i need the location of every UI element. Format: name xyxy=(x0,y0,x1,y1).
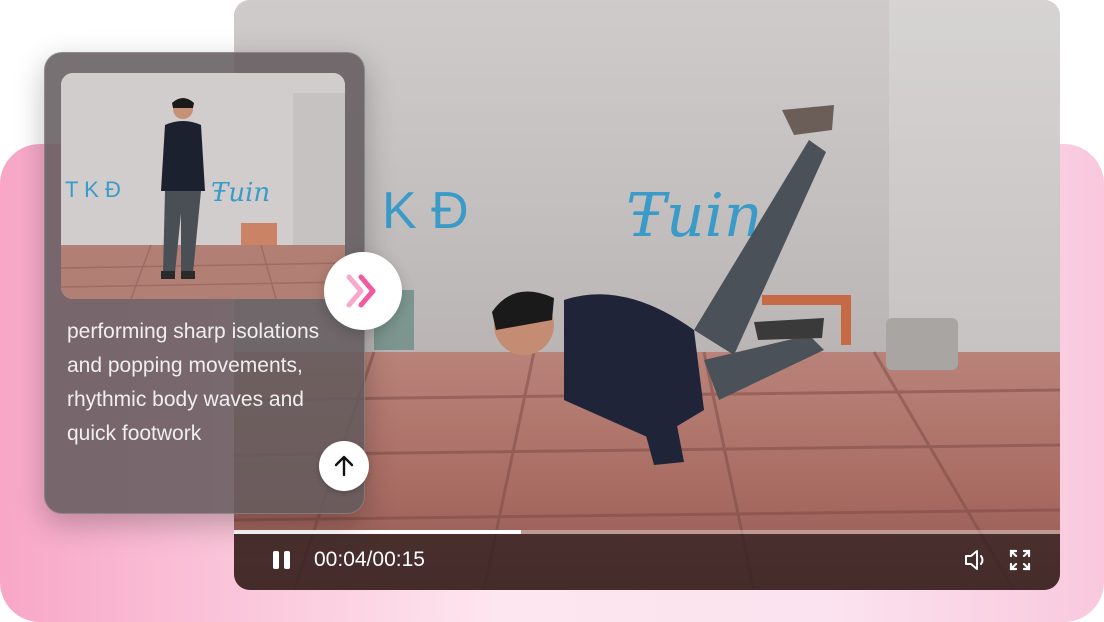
time-readout: 00:04/00:15 xyxy=(314,548,425,571)
speaker-icon xyxy=(965,550,984,570)
fullscreen-icon xyxy=(1009,549,1031,571)
thumbnail-scene: T K Đ Ŧuin xyxy=(61,73,345,299)
pause-button[interactable] xyxy=(270,548,292,572)
graffiti-letters: K Đ xyxy=(382,182,469,240)
thumb-graffiti-script: Ŧuin xyxy=(211,178,270,208)
graffiti-script: Ŧuin xyxy=(626,181,763,251)
dancer-figure xyxy=(492,105,834,465)
upload-button[interactable] xyxy=(319,441,369,491)
forward-button[interactable] xyxy=(324,252,402,330)
thumbnail-image[interactable]: T K Đ Ŧuin xyxy=(61,73,345,299)
arrow-up-icon xyxy=(334,455,354,477)
double-chevron-right-icon xyxy=(346,274,376,308)
pause-icon xyxy=(272,551,279,569)
caption-card: T K Đ Ŧuin performing sharp isolations a… xyxy=(44,52,369,514)
volume-button[interactable] xyxy=(963,547,989,573)
caption-text: performing sharp isolations and popping … xyxy=(67,320,320,445)
fullscreen-button[interactable] xyxy=(1007,547,1033,573)
thumb-graffiti-letters: T K Đ xyxy=(65,177,121,202)
